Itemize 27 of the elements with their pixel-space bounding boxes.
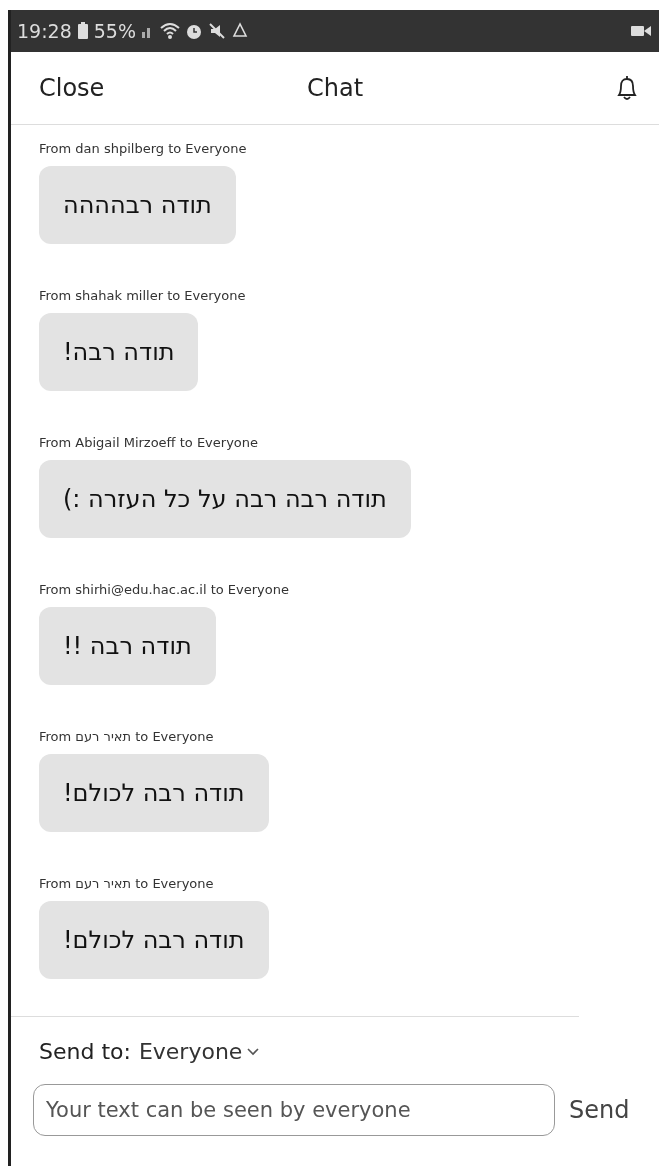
close-button[interactable]: Close — [39, 74, 105, 102]
message-bubble: תודה רבה !! — [39, 607, 216, 685]
send-to-label: Send to: — [39, 1039, 131, 1064]
message-bubble: תודה רבה! — [39, 313, 199, 391]
caret-icon — [246, 1046, 261, 1057]
chat-title: Chat — [306, 74, 364, 102]
battery-level: 55% — [93, 20, 136, 42]
message-input[interactable]: Your text can be seen by everyone — [33, 1084, 555, 1136]
message-bubble: תודה רבהההה — [39, 166, 236, 244]
wifi-icon — [160, 22, 180, 40]
bell-icon[interactable] — [615, 74, 639, 102]
video-camera-icon — [631, 24, 651, 38]
mute-icon — [208, 22, 226, 40]
message-bubble: תודה רבה רבה על כל העזרה :) — [39, 460, 411, 538]
battery-icon — [76, 22, 89, 40]
message-sender: From Abigail Mirzoeff to Everyone — [39, 435, 259, 450]
send-button[interactable]: Send — [569, 1096, 630, 1124]
message-sender: From תאיר רעם to Everyone — [39, 729, 214, 744]
alarm-icon — [185, 22, 203, 40]
message-bubble: תודה רבה לכולם! — [39, 754, 269, 832]
message-bubble: תודה רבה לכולם! — [39, 901, 269, 979]
status-time: 19:28 — [17, 20, 72, 42]
message-sender: From shahak miller to Everyone — [39, 288, 246, 303]
recipient-dropdown[interactable]: Everyone — [138, 1039, 261, 1064]
message-sender: From תאיר רעם to Everyone — [39, 876, 214, 891]
message-sender: From dan shpilberg to Everyone — [39, 141, 247, 156]
message-sender: From shirhi@edu.hac.ac.il to Everyone — [39, 582, 289, 597]
